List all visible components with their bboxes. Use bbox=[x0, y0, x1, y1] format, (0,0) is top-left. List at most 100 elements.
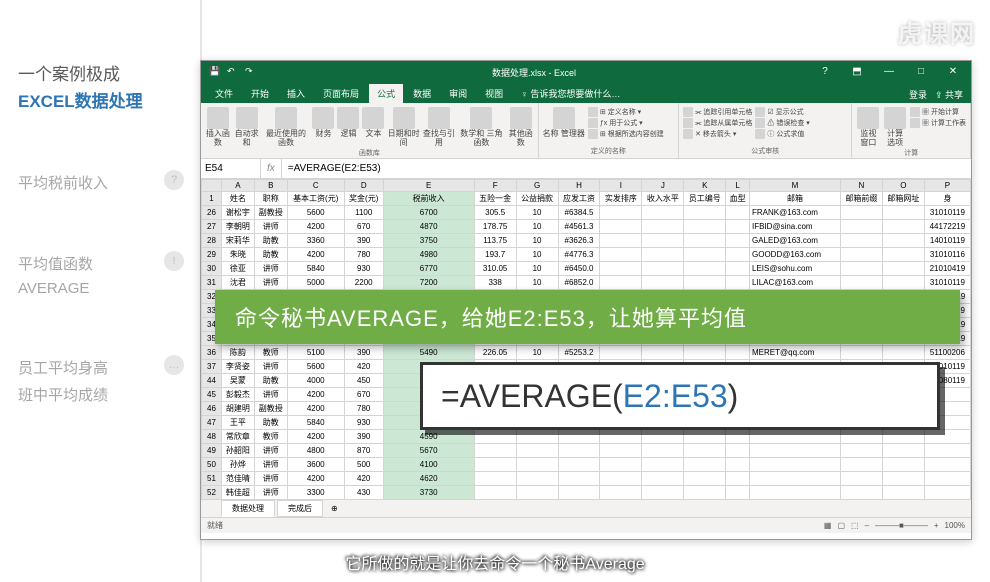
sheet-tab-1[interactable]: 数据处理 bbox=[221, 500, 275, 517]
save-icon[interactable]: 💾 bbox=[209, 66, 221, 78]
table-row[interactable]: 36陈韵教师51003905490226.0510#5253.2MERET@qq… bbox=[202, 346, 971, 360]
tab-insert[interactable]: 插入 bbox=[279, 84, 313, 103]
col-H[interactable]: H bbox=[558, 180, 600, 192]
error-check-button[interactable]: ⚠ 错误检查 ▾ bbox=[755, 118, 809, 128]
col-N[interactable]: N bbox=[840, 180, 882, 192]
trace-precedents-button[interactable]: ⫘ 追踪引用单元格 bbox=[683, 107, 752, 117]
lesson-title-2: EXCEL数据处理 bbox=[18, 87, 182, 112]
maximize-button[interactable]: □ bbox=[907, 61, 935, 83]
define-name-button[interactable]: ⊞ 定义名称 ▾ bbox=[588, 107, 664, 117]
autosum-button[interactable]: 自动求和 bbox=[234, 107, 260, 148]
col-L[interactable]: L bbox=[726, 180, 750, 192]
fx-small-icon bbox=[588, 118, 598, 128]
logical-button[interactable]: 逻辑 bbox=[337, 107, 359, 139]
x-icon bbox=[683, 129, 693, 139]
undo-icon[interactable]: ↶ bbox=[227, 66, 239, 78]
ribbon-opts-icon[interactable]: ⬒ bbox=[843, 61, 871, 83]
tab-review[interactable]: 审阅 bbox=[441, 84, 475, 103]
arrow2-icon bbox=[683, 118, 693, 128]
col-I[interactable]: I bbox=[600, 180, 642, 192]
lesson-sidebar: 一个案例极成 EXCEL数据处理 平均税前收入 ? 平均值函数 ! AVERAG… bbox=[0, 0, 200, 582]
status-ready: 就绪 bbox=[207, 520, 223, 531]
remove-arrows-button[interactable]: ✕ 移去箭头 ▾ bbox=[683, 129, 752, 139]
view-layout-icon[interactable]: ▢ bbox=[837, 521, 845, 530]
tab-layout[interactable]: 页面布局 bbox=[315, 84, 367, 103]
zoom-out-button[interactable]: – bbox=[865, 521, 869, 530]
table-row[interactable]: 48常欣章教师42003904590 bbox=[202, 430, 971, 444]
table-row[interactable]: 51范佳晴讲师42004204620 bbox=[202, 472, 971, 486]
calc-now-button[interactable]: ▦ 开始计算 bbox=[910, 107, 966, 117]
table-row[interactable]: 31沈君讲师50002200720033810#6852.0LILAC@163.… bbox=[202, 276, 971, 290]
table-row[interactable]: 52韩佳超讲师33004303730 bbox=[202, 486, 971, 500]
col-J[interactable]: J bbox=[642, 180, 684, 192]
grid-icon bbox=[588, 129, 598, 139]
tab-view[interactable]: 视图 bbox=[477, 84, 511, 103]
insert-function-button[interactable]: 插入函数 bbox=[205, 107, 231, 148]
col-A[interactable]: A bbox=[222, 180, 255, 192]
group-label-fnlib: 函数库 bbox=[205, 148, 534, 158]
text-button[interactable]: 文本 bbox=[362, 107, 384, 139]
table-row[interactable]: 30徐亚讲师58409306770310.0510#6450.0LEIS@soh… bbox=[202, 262, 971, 276]
sheet-tab-2[interactable]: 完成后 bbox=[277, 500, 323, 517]
col-D[interactable]: D bbox=[344, 180, 383, 192]
tab-file[interactable]: 文件 bbox=[207, 84, 241, 103]
calc-sheet-button[interactable]: ▦ 计算工作表 bbox=[910, 118, 966, 128]
lookup-button[interactable]: 查找与引用 bbox=[423, 107, 455, 148]
col-E[interactable]: E bbox=[383, 180, 474, 192]
col-G[interactable]: G bbox=[516, 180, 558, 192]
table-row[interactable]: 28宋莉华助教33603903750113.7510#3626.3GALED@1… bbox=[202, 234, 971, 248]
table-row[interactable]: 27李朝明讲师42006704870178.7510#4561.3IFBID@s… bbox=[202, 220, 971, 234]
zoom-in-button[interactable]: + bbox=[934, 521, 939, 530]
table-row[interactable]: 49孙韶阳讲师48008705670 bbox=[202, 444, 971, 458]
table-row[interactable]: 50孙烨讲师36005004100 bbox=[202, 458, 971, 472]
col-C[interactable]: C bbox=[287, 180, 344, 192]
share-button[interactable]: ⇪ 共享 bbox=[935, 88, 963, 101]
help-icon[interactable]: ? bbox=[811, 61, 839, 83]
use-formula-button[interactable]: ƒx 用于公式 ▾ bbox=[588, 118, 664, 128]
calc-options-button[interactable]: 计算选项 bbox=[883, 107, 907, 148]
name-box[interactable]: E54 bbox=[201, 159, 261, 178]
close-button[interactable]: ✕ bbox=[939, 61, 967, 83]
add-sheet-button[interactable]: ⊕ bbox=[325, 504, 344, 513]
tab-tellme[interactable]: ♀ 告诉我您想要做什么… bbox=[513, 84, 628, 103]
redo-icon[interactable]: ↷ bbox=[245, 66, 257, 78]
watch-window-button[interactable]: 监视窗口 bbox=[856, 107, 880, 148]
show-formulas-button[interactable]: ☑ 显示公式 bbox=[755, 107, 809, 117]
financial-button[interactable]: 财务 bbox=[312, 107, 334, 139]
tab-data[interactable]: 数据 bbox=[405, 84, 439, 103]
ribbon: 插入函数 自动求和 最近使用的 函数 财务 逻辑 文本 日期和时间 查找与引用 … bbox=[201, 103, 971, 159]
create-selection-button[interactable]: ⊞ 根据所选内容创建 bbox=[588, 129, 664, 139]
zoom-slider[interactable]: ———■——— bbox=[875, 521, 928, 530]
tab-home[interactable]: 开始 bbox=[243, 84, 277, 103]
col-P[interactable]: P bbox=[924, 180, 970, 192]
fx-icon bbox=[207, 107, 229, 129]
math-button[interactable]: 数学和 三角函数 bbox=[458, 107, 505, 148]
col-M[interactable]: M bbox=[750, 180, 841, 192]
table-row[interactable]: 29朱晓助教42007804980193.710#4776.3GOODD@163… bbox=[202, 248, 971, 262]
col-B[interactable]: B bbox=[254, 180, 287, 192]
col-O[interactable]: O bbox=[882, 180, 924, 192]
arrow-icon bbox=[683, 107, 693, 117]
datetime-button[interactable]: 日期和时间 bbox=[387, 107, 419, 148]
group-label-calc: 计算 bbox=[856, 148, 966, 158]
table-row[interactable]: 26谢松宇副教授560011006700305.510#6384.5FRANK@… bbox=[202, 206, 971, 220]
col-F[interactable]: F bbox=[474, 180, 516, 192]
login-button[interactable]: 登录 bbox=[909, 88, 927, 101]
view-normal-icon[interactable]: ▦ bbox=[824, 521, 832, 530]
col-K[interactable]: K bbox=[684, 180, 726, 192]
view-break-icon[interactable]: ⬚ bbox=[851, 521, 859, 530]
sigma-icon bbox=[236, 107, 258, 129]
name-manager-button[interactable]: 名称 管理器 bbox=[543, 107, 585, 139]
formula-input[interactable]: =AVERAGE(E2:E53) bbox=[282, 163, 971, 174]
ribbon-tabs: 文件 开始 插入 页面布局 公式 数据 审阅 视图 ♀ 告诉我您想要做什么… 登… bbox=[201, 83, 971, 103]
fx-label[interactable]: fx bbox=[261, 159, 282, 178]
sheet-tabs: 数据处理 完成后 ⊕ bbox=[201, 499, 971, 517]
tab-formula[interactable]: 公式 bbox=[369, 84, 403, 103]
trace-dependents-button[interactable]: ⫘ 追踪从属单元格 bbox=[683, 118, 752, 128]
zoom-level[interactable]: 100% bbox=[945, 521, 965, 530]
more-fn-button[interactable]: 其他函数 bbox=[508, 107, 534, 148]
recent-fn-button[interactable]: 最近使用的 函数 bbox=[263, 107, 310, 148]
evaluate-button[interactable]: ⓘ 公式求值 bbox=[755, 129, 809, 139]
minimize-button[interactable]: — bbox=[875, 61, 903, 83]
warn-icon bbox=[755, 118, 765, 128]
